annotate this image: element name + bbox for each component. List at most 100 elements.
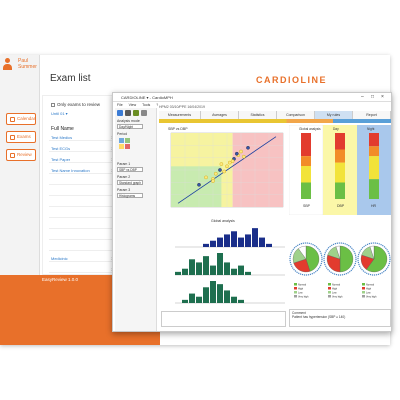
- settings-icon[interactable]: [141, 110, 147, 116]
- analysis-mode-label: Analysis mode: [117, 119, 140, 123]
- tab-statistics[interactable]: Statistics: [239, 111, 277, 119]
- table-row[interactable]: Test ECGs12: [49, 145, 119, 152]
- table-row[interactable]: [49, 200, 119, 207]
- param3-label: Param 3: [117, 188, 131, 192]
- tab-my-rules[interactable]: My rules: [315, 111, 353, 119]
- hist-bar: [182, 268, 188, 275]
- table-row[interactable]: 12: [49, 266, 119, 273]
- patient-info: HPM2 03/10/PPE 16/04/2019: [159, 105, 205, 109]
- menu-help[interactable]: ?: [156, 103, 158, 107]
- table-row[interactable]: Test Name Innovation12: [49, 167, 119, 174]
- close-icon[interactable]: ×: [381, 93, 384, 102]
- param3-select[interactable]: Histograms: [117, 193, 143, 198]
- table-row[interactable]: [49, 189, 119, 196]
- hist-bar: [231, 268, 237, 275]
- row-name: Test Name Innovation: [51, 168, 90, 173]
- legend-label: Very high: [332, 295, 343, 298]
- save-icon[interactable]: [125, 110, 131, 116]
- scatter-point: [230, 159, 235, 163]
- param1-select[interactable]: SBP vs DBP: [117, 167, 143, 172]
- hist-bar: [224, 290, 230, 303]
- legend-label: Low: [332, 291, 337, 294]
- document-icon: [10, 153, 15, 158]
- sidebar: Paul Summer Calendar Exams Review: [0, 55, 40, 275]
- maximize-icon[interactable]: □: [371, 93, 374, 102]
- timeline-bar[interactable]: [159, 119, 391, 123]
- scatter-chart: [170, 132, 284, 208]
- minimize-icon[interactable]: –: [361, 93, 364, 102]
- tab-comparison[interactable]: Comparison: [277, 111, 315, 119]
- hist-bar: [210, 265, 216, 275]
- hist-bar: [224, 234, 230, 247]
- user-avatar-icon: [3, 58, 12, 70]
- hist-bar: [203, 256, 209, 275]
- tab-measurements[interactable]: Measurements: [159, 111, 201, 119]
- print-icon[interactable]: [117, 110, 123, 116]
- export-icon[interactable]: [133, 110, 139, 116]
- date-filter-dropdown[interactable]: Until 01 ▾: [51, 111, 68, 116]
- comment-box[interactable]: Comment Patient has hypertension (SBP ≥ …: [289, 309, 391, 327]
- table-row[interactable]: [49, 222, 119, 229]
- hist-bar: [217, 253, 223, 275]
- sidebar-item-exams[interactable]: Exams: [6, 131, 36, 143]
- menu-view[interactable]: View: [129, 103, 137, 107]
- scatter-point: [219, 162, 224, 166]
- hist-bar: [175, 271, 181, 275]
- tab-report[interactable]: Report: [353, 111, 391, 119]
- hist-bar: [238, 237, 244, 247]
- scatter-point: [225, 164, 229, 169]
- color-swatch[interactable]: [125, 138, 130, 143]
- legend-label: Normal: [366, 283, 375, 286]
- row-name: Test Medics: [51, 135, 73, 140]
- legend-swatch: [294, 287, 297, 290]
- pie-slice: [339, 245, 354, 273]
- table-row[interactable]: Medicinic12: [49, 255, 119, 262]
- bar-label: HR: [371, 204, 377, 208]
- bar-segment: [369, 133, 379, 147]
- legend-label: Low: [366, 291, 371, 294]
- notes-area[interactable]: [161, 311, 286, 327]
- menu-file[interactable]: File: [117, 103, 123, 107]
- column-header-full-name[interactable]: Full Name: [51, 126, 74, 132]
- hist-bar: [252, 228, 258, 247]
- hist-bar: [217, 237, 223, 247]
- analysis-mode-select[interactable]: Day/Night: [117, 124, 143, 129]
- legend-label: High: [332, 287, 338, 290]
- table-row[interactable]: [49, 233, 119, 240]
- sidebar-item-review[interactable]: Review: [6, 149, 36, 161]
- color-swatch[interactable]: [125, 144, 130, 149]
- period-label: Period: [117, 132, 128, 136]
- table-row[interactable]: [49, 244, 119, 251]
- hist-title: Global analysis: [211, 219, 235, 223]
- table-row[interactable]: Test Medics12: [49, 134, 119, 141]
- exam-table: Only exams to review Until 01 ▾ Full Nam…: [42, 95, 120, 299]
- legend-swatch: [362, 283, 365, 286]
- color-swatch[interactable]: [119, 144, 124, 149]
- hist-bar: [217, 284, 223, 303]
- scatter-title: SBP vs DBP: [168, 127, 188, 131]
- hist-bar: [266, 243, 272, 247]
- legend-swatch: [362, 287, 365, 290]
- tab-averages[interactable]: Averages: [201, 111, 239, 119]
- scatter-point: [197, 183, 201, 187]
- scatter-point: [235, 151, 239, 156]
- legend-label: High: [366, 287, 372, 290]
- hist-bar: [189, 293, 195, 303]
- param2-select[interactable]: Standard graph: [117, 180, 143, 185]
- sidebar-item-calendar[interactable]: Calendar: [6, 113, 36, 125]
- hist-bar: [210, 240, 216, 247]
- hist-bar: [182, 299, 188, 303]
- scatter-point: [218, 168, 222, 172]
- settings-panel: Analysis mode Day/Night Period Param 1 S…: [115, 108, 157, 331]
- color-swatch[interactable]: [119, 138, 124, 143]
- page-title: Exam list: [50, 73, 91, 84]
- table-row[interactable]: Test Paper12: [49, 156, 119, 163]
- review-filter-checkbox[interactable]: [51, 103, 55, 107]
- hist-bar: [189, 259, 195, 275]
- tab-bar: Measurements Averages Statistics Compari…: [159, 111, 391, 119]
- table-row[interactable]: [49, 211, 119, 218]
- row-name: Medicinic: [51, 256, 68, 261]
- table-row[interactable]: [49, 178, 119, 185]
- menu-tools[interactable]: Tools: [142, 103, 150, 107]
- legend-swatch: [328, 291, 331, 294]
